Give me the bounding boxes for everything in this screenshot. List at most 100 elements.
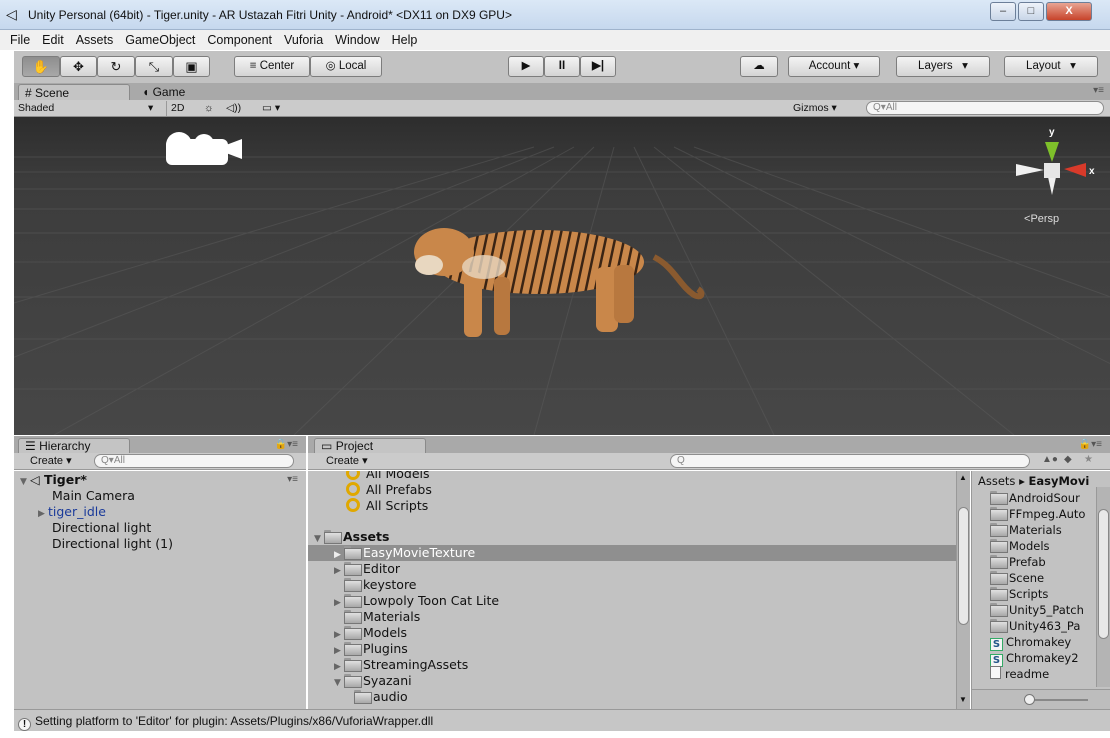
camera-gizmo-icon[interactable]	[166, 132, 242, 165]
tree-folder-keystore[interactable]: keystore	[344, 577, 417, 593]
maximize-button[interactable]: □	[1018, 2, 1044, 21]
breadcrumb-current[interactable]: EasyMovi	[1029, 474, 1090, 488]
axis-y-cone-icon[interactable]	[1045, 142, 1059, 162]
menu-edit[interactable]: Edit	[36, 33, 70, 47]
tree-folder-materials[interactable]: Materials	[344, 609, 420, 625]
hierarchy-create-dropdown[interactable]: Create ▾	[30, 454, 72, 469]
favorite-all-prefabs[interactable]: All Prefabs	[346, 482, 432, 498]
play-button[interactable]: ▶	[508, 56, 544, 77]
persp-label[interactable]: <Persp	[1024, 213, 1059, 225]
filter-label-icon[interactable]: ◆	[1064, 454, 1072, 465]
menu-file[interactable]: File	[4, 33, 36, 47]
favorite-star-icon[interactable]: ★	[1084, 454, 1093, 465]
tree-folder-streamingassets[interactable]: ▶ StreamingAssets	[334, 657, 468, 673]
file-list-scrollbar[interactable]	[1096, 487, 1110, 687]
axis-neg-x-cone-icon[interactable]	[1016, 164, 1044, 176]
project-tree-scrollbar[interactable]: ▲ ▼	[956, 471, 970, 709]
scene-viewport[interactable]: y x <Persp	[14, 117, 1110, 435]
hierarchy-search-input[interactable]: Q▾All	[94, 454, 294, 468]
hierarchy-item-tiger-idle[interactable]: ▶ tiger_idle	[38, 504, 106, 520]
layout-dropdown[interactable]: Layout ▾	[1004, 56, 1098, 77]
orientation-gizmo[interactable]	[1016, 142, 1086, 195]
file-item[interactable]: S Chromakey	[990, 634, 1071, 651]
gizmos-dropdown[interactable]: Gizmos ▾	[793, 101, 837, 116]
hierarchy-scene-row[interactable]: ▼ ◁ Tiger*	[20, 472, 87, 488]
tab-game[interactable]: ◖ Game	[136, 84, 216, 100]
pivot-center-button[interactable]: ≡ Center	[234, 56, 310, 77]
tree-folder-audio[interactable]: audio	[354, 689, 408, 705]
close-button[interactable]: X	[1046, 2, 1092, 21]
menu-help[interactable]: Help	[386, 33, 424, 47]
step-button[interactable]: ▶|	[580, 56, 616, 77]
expand-arrow-icon[interactable]: ▶	[334, 563, 344, 579]
hierarchy-item-main-camera[interactable]: Main Camera	[52, 488, 135, 504]
file-item[interactable]: Unity463_Pa	[990, 618, 1080, 634]
project-search-input[interactable]: Q	[670, 454, 1030, 468]
scene-menu-icon[interactable]: ▾≡	[287, 474, 298, 485]
tab-hierarchy[interactable]: ☰ Hierarchy	[18, 438, 130, 453]
2d-toggle[interactable]: 2D	[166, 101, 188, 116]
project-lock-icon[interactable]: 🔒▾≡	[1079, 439, 1102, 450]
file-item[interactable]: S Chromakey2	[990, 650, 1079, 667]
icon-size-slider-thumb[interactable]	[1024, 694, 1035, 705]
scroll-down-arrow-icon[interactable]: ▼	[959, 695, 967, 704]
account-dropdown[interactable]: Account ▾	[788, 56, 880, 77]
space-local-button[interactable]: ◎ Local	[310, 56, 382, 77]
filter-type-icon[interactable]: ▲●	[1042, 454, 1058, 465]
file-item[interactable]: Materials	[990, 522, 1062, 538]
menu-gameobject[interactable]: GameObject	[119, 33, 201, 47]
expand-arrow-icon[interactable]: ▼	[334, 675, 344, 691]
minimize-button[interactable]: –	[990, 2, 1016, 21]
cloud-icon[interactable]: ☁	[740, 56, 778, 77]
file-item[interactable]: Models	[990, 538, 1050, 554]
file-item[interactable]: Scene	[990, 570, 1044, 586]
tree-folder-editor[interactable]: ▶ Editor	[334, 561, 400, 577]
tree-folder-easymovietexture[interactable]: ▶ EasyMovieTexture	[308, 545, 956, 561]
tree-folder-plugins[interactable]: ▶ Plugins	[334, 641, 408, 657]
effects-toggle-icon[interactable]: ▭ ▾	[262, 101, 280, 116]
file-item[interactable]: Scripts	[990, 586, 1048, 602]
favorite-all-models[interactable]: All Models	[346, 471, 430, 482]
file-item[interactable]: Unity5_Patch	[990, 602, 1084, 618]
lock-icon[interactable]: 🔒▾≡	[275, 439, 298, 450]
file-item[interactable]: FFmpeg.Auto	[990, 506, 1085, 522]
favorite-all-scripts[interactable]: All Scripts	[346, 498, 428, 514]
rotate-tool-icon[interactable]: ↻	[97, 56, 135, 77]
file-item[interactable]: AndroidSour	[990, 490, 1080, 506]
hierarchy-item-directional-light-1[interactable]: Directional light (1)	[52, 536, 173, 552]
tab-scene[interactable]: # Scene	[18, 84, 130, 100]
status-bar[interactable]: ! Setting platform to 'Editor' for plugin…	[14, 709, 1110, 731]
lighting-toggle-icon[interactable]: ☼	[204, 101, 214, 116]
menu-assets[interactable]: Assets	[70, 33, 120, 47]
rect-tool-icon[interactable]: ▣	[173, 56, 210, 77]
expand-arrow-icon[interactable]: ▼	[20, 474, 30, 490]
project-tree-scroll-thumb[interactable]	[958, 507, 969, 625]
project-create-dropdown[interactable]: Create ▾	[326, 454, 368, 469]
axis-neg-y-cone-icon[interactable]	[1048, 177, 1056, 195]
panel-menu-icon[interactable]: ▾≡	[1093, 85, 1104, 96]
tab-project[interactable]: ▭ Project	[314, 438, 426, 453]
tree-folder-models[interactable]: ▶ Models	[334, 625, 407, 641]
breadcrumb-root[interactable]: Assets	[978, 474, 1015, 488]
file-list-scroll-thumb[interactable]	[1098, 509, 1109, 639]
pause-button[interactable]: II	[544, 56, 580, 77]
audio-toggle-icon[interactable]: ◁))	[226, 101, 241, 116]
scroll-up-arrow-icon[interactable]: ▲	[959, 473, 967, 482]
file-item[interactable]: readme	[990, 666, 1049, 682]
tree-folder-lowpoly-toon-cat[interactable]: ▶ Lowpoly Toon Cat Lite	[334, 593, 499, 609]
axis-x-cone-icon[interactable]	[1064, 163, 1086, 177]
assets-root-folder[interactable]: ▼ Assets	[314, 529, 389, 545]
menu-window[interactable]: Window	[329, 33, 385, 47]
tiger-model[interactable]	[414, 228, 705, 337]
icon-size-slider[interactable]	[1028, 699, 1088, 701]
file-item[interactable]: Prefab	[990, 554, 1046, 570]
menu-component[interactable]: Component	[201, 33, 278, 47]
scale-tool-icon[interactable]: ⤡	[135, 56, 173, 77]
move-tool-icon[interactable]: ✥	[60, 56, 97, 77]
scene-search-input[interactable]: Q▾All	[866, 101, 1104, 115]
shading-dropdown-arrow-icon[interactable]: ▾	[148, 101, 153, 116]
expand-arrow-icon[interactable]: ▶	[38, 506, 48, 522]
hand-tool-icon[interactable]: ✋	[22, 56, 60, 77]
shading-mode-dropdown[interactable]: Shaded	[18, 101, 54, 116]
hierarchy-item-directional-light[interactable]: Directional light	[52, 520, 151, 536]
